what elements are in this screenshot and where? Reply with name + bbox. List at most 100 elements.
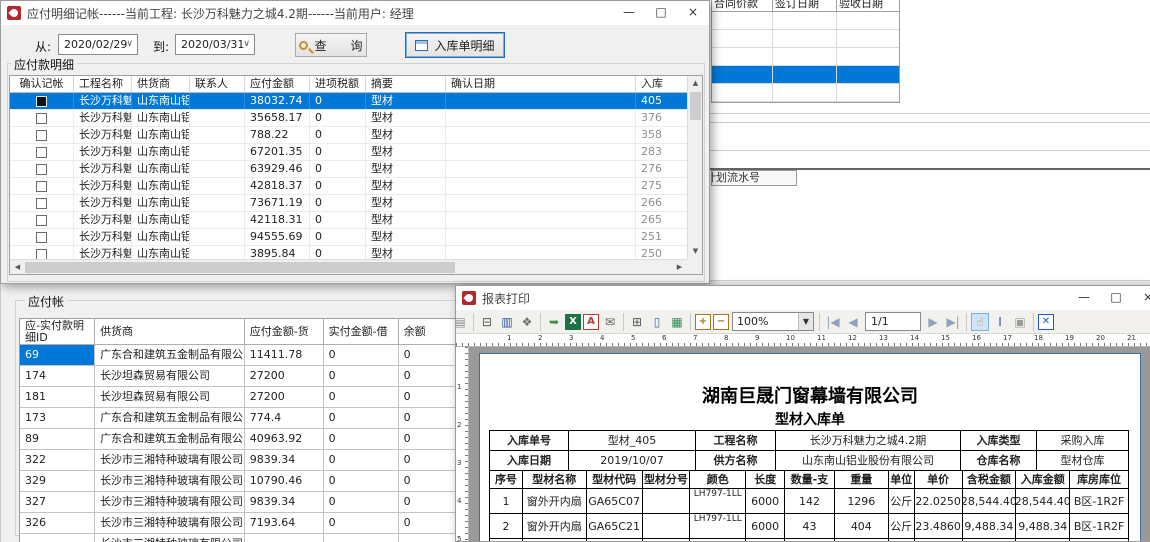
- copy-icon[interactable]: ▣: [1011, 313, 1029, 331]
- confirm-checkbox[interactable]: [36, 164, 47, 175]
- column-header[interactable]: 联系人: [190, 76, 245, 92]
- table-row[interactable]: [712, 66, 899, 84]
- column-header[interactable]: 确认记帐: [10, 76, 74, 92]
- column-header[interactable]: 工程名称: [74, 76, 132, 92]
- confirm-checkbox[interactable]: [36, 198, 47, 209]
- vertical-scrollbar[interactable]: ▲ ▼: [687, 76, 702, 259]
- first-page-icon[interactable]: |◀: [824, 313, 842, 331]
- table-row[interactable]: 89广东合和建筑五金制品有限公司40963.9200: [20, 429, 455, 450]
- titlebar[interactable]: 应付明细记帐------当前工程: 长沙万科魅力之城4.2期------当前用户…: [1, 1, 709, 25]
- print-layout-icon[interactable]: ⊞: [628, 313, 646, 331]
- from-date-select[interactable]: 2020/02/29 ∨: [58, 34, 138, 55]
- table-row[interactable]: 长沙万科魅力...山东南山铝业...35658.170型材376: [10, 110, 702, 127]
- to-date-select[interactable]: 2020/03/31 ∨: [175, 34, 255, 55]
- options-icon[interactable]: ❖: [518, 313, 536, 331]
- query-button[interactable]: 查 询: [295, 33, 367, 57]
- print-icon[interactable]: ⊟: [478, 313, 496, 331]
- confirm-checkbox[interactable]: [36, 215, 47, 226]
- excel-icon[interactable]: X: [565, 314, 581, 330]
- column-header[interactable]: 应付金额-货: [245, 319, 324, 344]
- table-cell: 0: [399, 492, 455, 512]
- page-number-input[interactable]: 1/1: [865, 312, 921, 331]
- confirm-checkbox[interactable]: [36, 130, 47, 141]
- table-row[interactable]: 181长沙坦森贸易有限公司2720000: [20, 387, 455, 408]
- confirm-checkbox[interactable]: [36, 181, 47, 192]
- column-header[interactable]: 供货商: [132, 76, 190, 92]
- titlebar[interactable]: 报表打印 — □ ×: [456, 286, 1150, 310]
- last-page-icon[interactable]: ▶|: [944, 313, 962, 331]
- mail-icon[interactable]: ✉: [601, 313, 619, 331]
- close-button[interactable]: ×: [1132, 286, 1150, 310]
- scroll-down-icon[interactable]: ▼: [688, 244, 703, 259]
- zoom-out-icon[interactable]: −: [713, 314, 729, 330]
- confirm-checkbox[interactable]: [36, 147, 47, 158]
- scroll-up-icon[interactable]: ▲: [688, 76, 703, 91]
- table-row[interactable]: 长沙万科魅力...山东南山铝业...94555.690型材251: [10, 229, 702, 246]
- table-row[interactable]: 173广东合和建筑五金制品有限公司774.400: [20, 408, 455, 429]
- zoom-level-select[interactable]: 100%▼: [732, 312, 814, 331]
- zoom-in-icon[interactable]: +: [695, 314, 711, 330]
- export-icon[interactable]: ➥: [545, 313, 563, 331]
- table-row[interactable]: 329长沙市三湘特种玻璃有限公司10790.4600: [20, 471, 455, 492]
- column-header[interactable]: 应-实付款明细ID: [20, 319, 95, 344]
- table-row[interactable]: [712, 30, 899, 48]
- column-header[interactable]: 入库: [636, 76, 688, 92]
- prev-page-icon[interactable]: ◀: [844, 313, 862, 331]
- table-row[interactable]: 69广东合和建筑五金制品有限公司11411.7800: [20, 345, 455, 366]
- column-header[interactable]: 确认日期: [446, 76, 636, 92]
- column-header[interactable]: 应付金额: [245, 76, 310, 92]
- table-row[interactable]: 长沙市三湘特种玻璃有限公司: [20, 534, 455, 542]
- minimize-button[interactable]: —: [1068, 286, 1100, 310]
- table-row[interactable]: 长沙万科魅力...山东南山铝业...38032.740型材405: [10, 93, 702, 110]
- inbound-detail-button[interactable]: 入库单明细: [405, 32, 505, 58]
- scrollbar-thumb[interactable]: [690, 92, 701, 120]
- scrollbar-thumb[interactable]: [25, 262, 455, 273]
- confirm-checkbox[interactable]: [36, 96, 47, 107]
- table-cell: 0: [399, 471, 455, 491]
- column-header[interactable]: 供货商: [95, 319, 245, 344]
- scroll-left-icon[interactable]: ◀: [10, 260, 25, 275]
- confirm-checkbox[interactable]: [36, 232, 47, 243]
- col-sign-date: 签订日期: [773, 0, 837, 11]
- minimize-button[interactable]: —: [613, 1, 645, 25]
- table-row[interactable]: 长沙万科魅力...山东南山铝业...42118.310型材265: [10, 212, 702, 229]
- ruler-number: 20: [1096, 334, 1105, 342]
- close-preview-icon[interactable]: ✕: [1038, 314, 1054, 330]
- column-header[interactable]: 摘要: [366, 76, 446, 92]
- table-row[interactable]: 长沙万科魅力...山东南山铝业...788.220型材358: [10, 127, 702, 144]
- chart-icon[interactable]: ▦: [668, 313, 686, 331]
- project-cell: 长沙万科魅力...: [74, 110, 132, 126]
- book-icon[interactable]: ▥: [498, 313, 516, 331]
- horizontal-scrollbar[interactable]: ◀ ▶: [10, 259, 687, 274]
- maximize-button[interactable]: □: [1100, 286, 1132, 310]
- table-row[interactable]: [712, 48, 899, 66]
- table-row[interactable]: 长沙万科魅力...山东南山铝业...67201.350型材283: [10, 144, 702, 161]
- table-row[interactable]: 174长沙坦森贸易有限公司2720000: [20, 366, 455, 387]
- table-row[interactable]: [712, 12, 899, 30]
- text-select-icon[interactable]: I: [991, 313, 1009, 331]
- maximize-button[interactable]: □: [645, 1, 677, 25]
- confirm-checkbox[interactable]: [36, 249, 47, 260]
- table-row[interactable]: 长沙万科魅力...山东南山铝业...63929.460型材276: [10, 161, 702, 178]
- table-row[interactable]: 326长沙市三湘特种玻璃有限公司7193.6400: [20, 513, 455, 534]
- close-button[interactable]: ×: [677, 1, 709, 25]
- next-page-icon[interactable]: ▶: [924, 313, 942, 331]
- column-header[interactable]: 进项税额: [310, 76, 366, 92]
- page-setup-icon[interactable]: ▯: [648, 313, 666, 331]
- hand-tool-icon[interactable]: ☝: [971, 313, 989, 331]
- amount-cell: 38032.74: [245, 93, 310, 109]
- confirm-checkbox[interactable]: [36, 113, 47, 124]
- table-row[interactable]: [712, 84, 899, 102]
- table-row[interactable]: 327长沙市三湘特种玻璃有限公司9839.3400: [20, 492, 455, 513]
- chevron-down-icon[interactable]: ▼: [798, 313, 813, 330]
- pdf-icon[interactable]: A: [583, 314, 599, 330]
- scroll-right-icon[interactable]: ▶: [672, 260, 687, 275]
- table-row[interactable]: 长沙万科魅力...山东南山铝业...73671.190型材266: [10, 195, 702, 212]
- table-row[interactable]: 322长沙市三湘特种玻璃有限公司9839.3400: [20, 450, 455, 471]
- column-header[interactable]: 实付金额-借: [324, 319, 399, 344]
- report-view-icon[interactable]: ▤: [456, 313, 469, 331]
- table-row[interactable]: 长沙万科魅力...山东南山铝业...42818.370型材275: [10, 178, 702, 195]
- confirm-date-cell: [446, 110, 636, 126]
- report-preview-area[interactable]: 湖南巨晟门窗幕墙有限公司 型材入库单 入库单号型材_405工程名称长沙万科魅力之…: [469, 347, 1150, 541]
- column-header[interactable]: 余额: [399, 319, 455, 344]
